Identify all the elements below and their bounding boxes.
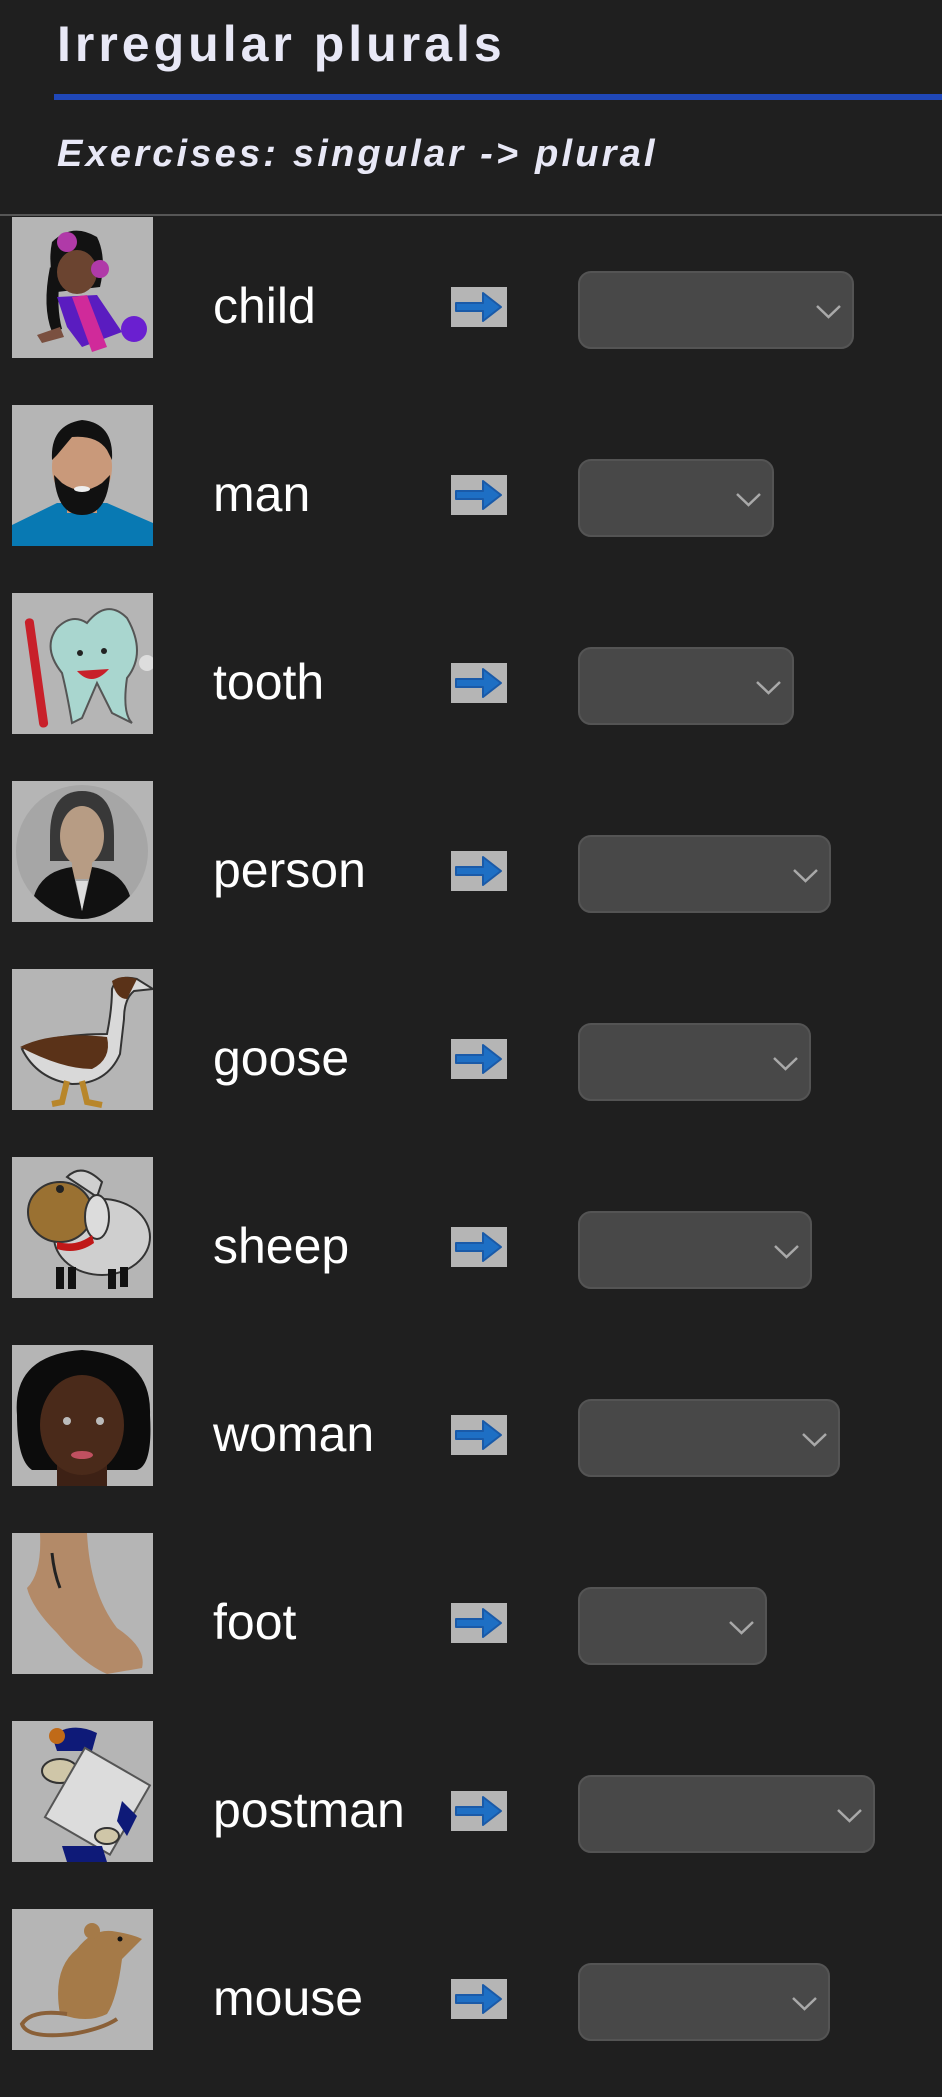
- exercise-row-man: man: [0, 405, 942, 593]
- plural-dropdown-man[interactable]: [578, 459, 774, 537]
- singular-word: foot: [213, 1594, 297, 1650]
- chevron-down-icon: [756, 681, 781, 695]
- singular-word: man: [213, 466, 311, 522]
- exercise-row-person: person: [0, 781, 942, 969]
- bearded-man-icon: [12, 420, 153, 546]
- plural-dropdown-sheep[interactable]: [578, 1211, 812, 1289]
- singular-word: mouse: [213, 1970, 364, 2026]
- postman-image: [12, 1721, 153, 1862]
- woman-face-icon: [16, 1350, 151, 1486]
- chevron-down-icon: [729, 1621, 754, 1635]
- title-underline: [54, 94, 942, 100]
- plural-dropdown-mouse[interactable]: [578, 1963, 830, 2041]
- singular-word: postman: [213, 1782, 405, 1838]
- right-arrow-icon: [451, 851, 507, 891]
- postman-icon: [41, 1727, 152, 1862]
- girl-child-icon: [37, 230, 147, 352]
- singular-word: tooth: [213, 654, 325, 710]
- exercise-row-foot: foot: [0, 1533, 942, 1721]
- foot-icon: [27, 1533, 143, 1674]
- singular-word: goose: [213, 1030, 350, 1086]
- chevron-down-icon: [792, 1997, 817, 2011]
- chevron-down-icon: [802, 1433, 827, 1447]
- singular-word: woman: [213, 1406, 375, 1462]
- goose-icon: [20, 976, 153, 1108]
- chevron-down-icon: [837, 1809, 862, 1823]
- sheep-icon: [27, 1169, 151, 1289]
- exercise-row-goose: goose: [0, 969, 942, 1157]
- exercise-subtitle: Exercises: singular -> plural: [57, 133, 658, 175]
- plural-dropdown-person[interactable]: [578, 835, 831, 913]
- woman-image: [12, 1345, 153, 1486]
- person-image: [12, 781, 153, 922]
- sheep-image: [12, 1157, 153, 1298]
- exercise-row-sheep: sheep: [0, 1157, 942, 1345]
- plural-dropdown-child[interactable]: [578, 271, 854, 349]
- mouse-image: [12, 1909, 153, 2050]
- person-avatar-icon: [16, 785, 148, 919]
- right-arrow-icon: [451, 663, 507, 703]
- right-arrow-icon: [451, 1415, 507, 1455]
- foot-image: [12, 1533, 153, 1674]
- chevron-down-icon: [773, 1057, 798, 1071]
- plural-dropdown-woman[interactable]: [578, 1399, 840, 1477]
- exercise-list: child man tooth person goose sheep woman…: [0, 217, 942, 2097]
- exercise-row-tooth: tooth: [0, 593, 942, 781]
- singular-word: person: [213, 842, 366, 898]
- header-divider: [0, 214, 942, 216]
- chevron-down-icon: [793, 869, 818, 883]
- right-arrow-icon: [451, 1227, 507, 1267]
- chevron-down-icon: [774, 1245, 799, 1259]
- right-arrow-icon: [451, 1791, 507, 1831]
- mouse-icon: [19, 1923, 142, 2038]
- singular-word: child: [213, 278, 316, 334]
- right-arrow-icon: [451, 475, 507, 515]
- right-arrow-icon: [451, 1603, 507, 1643]
- singular-word: sheep: [213, 1218, 350, 1274]
- plural-dropdown-goose[interactable]: [578, 1023, 811, 1101]
- right-arrow-icon: [451, 1039, 507, 1079]
- right-arrow-icon: [451, 1979, 507, 2019]
- child-image: [12, 217, 153, 358]
- chevron-down-icon: [736, 493, 761, 507]
- exercise-row-postman: postman: [0, 1721, 942, 1909]
- man-image: [12, 405, 153, 546]
- page-title: Irregular plurals: [57, 16, 506, 72]
- exercise-row-woman: woman: [0, 1345, 942, 1533]
- plural-dropdown-foot[interactable]: [578, 1587, 767, 1665]
- goose-image: [12, 969, 153, 1110]
- chevron-down-icon: [816, 305, 841, 319]
- exercise-row-child: child: [0, 217, 942, 405]
- plural-dropdown-postman[interactable]: [578, 1775, 875, 1853]
- right-arrow-icon: [451, 287, 507, 327]
- tooth-icon: [24, 608, 153, 728]
- plural-dropdown-tooth[interactable]: [578, 647, 794, 725]
- tooth-image: [12, 593, 153, 734]
- exercise-row-mouse: mouse: [0, 1909, 942, 2097]
